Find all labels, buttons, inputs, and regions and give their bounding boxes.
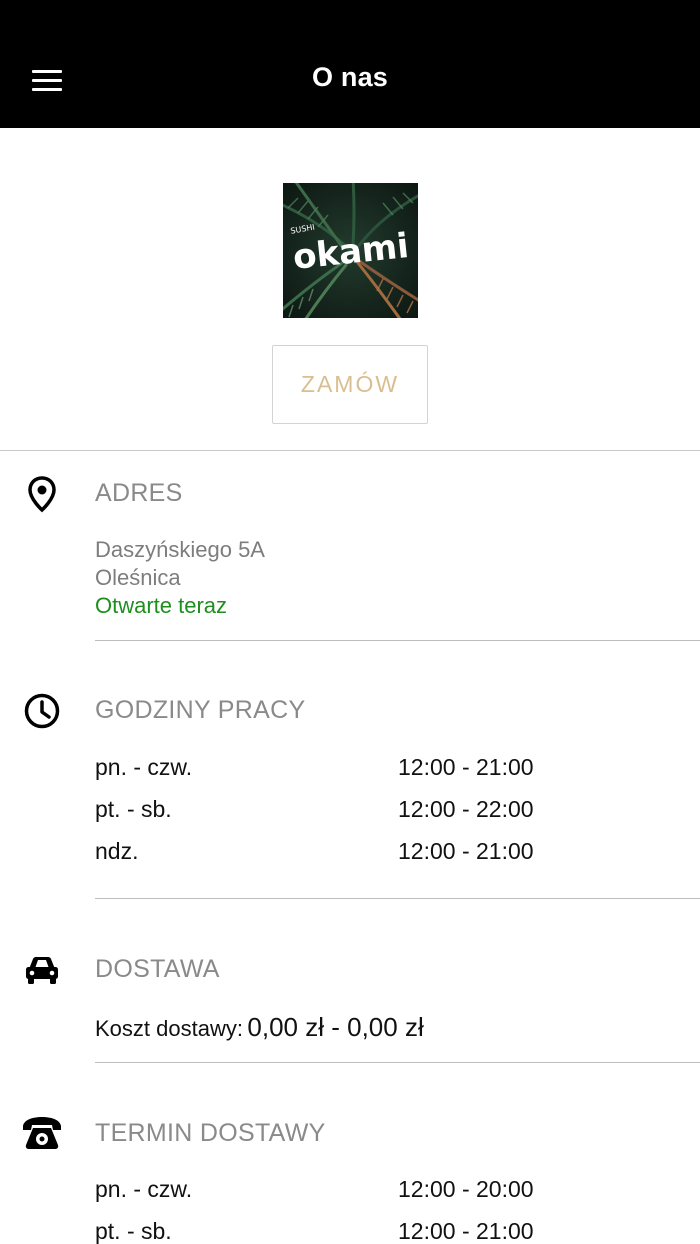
order-button[interactable]: ZAMÓW [272, 345, 428, 424]
about-page: O nas SUSHI okami ZAMÓW ADRES Daszyńskie… [0, 0, 700, 1244]
car-icon [20, 948, 64, 992]
opening-hours-time: 12:00 - 21:00 [398, 754, 534, 780]
divider [95, 898, 700, 899]
delivery-hours-time: 12:00 - 21:00 [398, 1218, 534, 1244]
top-bar: O nas [0, 0, 700, 128]
delivery-hours-row: pt. - sb. 12:00 - 21:00 [95, 1218, 655, 1244]
delivery-hours-day: pt. - sb. [95, 1218, 172, 1244]
delivery-cost-label: Koszt dostawy: [95, 1016, 243, 1041]
divider [95, 640, 700, 641]
opening-hours-time: 12:00 - 21:00 [398, 838, 534, 864]
telephone-icon [20, 1112, 64, 1156]
delivery-cost: Koszt dostawy: 0,00 zł - 0,00 zł [95, 1012, 424, 1043]
page-title: O nas [311, 62, 389, 92]
address-title: ADRES [95, 479, 183, 507]
clock-icon [20, 689, 64, 733]
delivery-cost-value: 0,00 zł - 0,00 zł [247, 1012, 424, 1042]
divider [0, 450, 700, 451]
opening-hours-day: ndz. [95, 838, 139, 864]
opening-hours-day: pt. - sb. [95, 796, 172, 822]
map-pin-icon [20, 472, 64, 516]
delivery-hours-time: 12:00 - 20:00 [398, 1176, 534, 1202]
address-city: Oleśnica [95, 565, 181, 590]
opening-hours-row: pn. - czw. 12:00 - 21:00 [95, 754, 655, 786]
opening-hours-day: pn. - czw. [95, 754, 193, 780]
delivery-hours-row: pn. - czw. 12:00 - 20:00 [95, 1176, 655, 1208]
opening-hours-time: 12:00 - 22:00 [398, 796, 534, 822]
divider [95, 1062, 700, 1063]
restaurant-logo: SUSHI okami [283, 183, 418, 318]
delivery-hours-title: TERMIN DOSTAWY [95, 1119, 326, 1147]
open-status-label: Otwarte teraz [95, 593, 228, 618]
opening-hours-row: pt. - sb. 12:00 - 22:00 [95, 796, 655, 828]
address-street: Daszyńskiego 5A [95, 537, 265, 562]
opening-hours-title: GODZINY PRACY [95, 696, 306, 724]
delivery-hours-day: pn. - czw. [95, 1176, 193, 1202]
opening-hours-row: ndz. 12:00 - 21:00 [95, 838, 655, 870]
delivery-title: DOSTAWA [95, 955, 220, 983]
